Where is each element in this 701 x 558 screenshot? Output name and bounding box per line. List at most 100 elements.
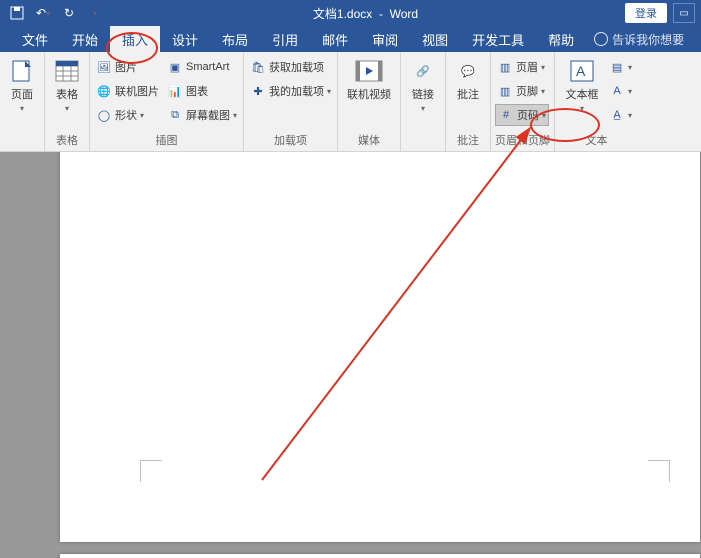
group-comments: 💬 批注 批注 bbox=[446, 52, 491, 151]
tell-me-label: 告诉我你想要 bbox=[612, 31, 684, 48]
tab-references[interactable]: 引用 bbox=[260, 26, 310, 52]
links-button[interactable]: 🔗 链接 ▾ bbox=[405, 54, 441, 134]
store-icon: 🛍 bbox=[250, 59, 266, 75]
online-video-button[interactable]: 联机视频 bbox=[342, 54, 396, 130]
undo-icon[interactable]: ↶▾ bbox=[32, 3, 54, 23]
chart-button[interactable]: 📊图表 bbox=[165, 80, 239, 102]
tab-review[interactable]: 审阅 bbox=[360, 26, 410, 52]
screenshot-button[interactable]: ⧉屏幕截图 ▾ bbox=[165, 104, 239, 126]
group-label: 文本 bbox=[559, 130, 634, 151]
qat-customize-icon[interactable]: ▾ bbox=[84, 3, 106, 23]
chevron-down-icon: ▾ bbox=[541, 87, 545, 96]
label: 联机图片 bbox=[115, 83, 159, 99]
addins-icon: ✚ bbox=[250, 83, 266, 99]
svg-text:A: A bbox=[576, 63, 586, 79]
table-icon bbox=[53, 58, 81, 84]
tab-view[interactable]: 视图 bbox=[410, 26, 460, 52]
group-links: 🔗 链接 ▾ bbox=[401, 52, 446, 151]
cover-page-button[interactable]: 页面 ▾ bbox=[4, 54, 40, 134]
page-number-icon: # bbox=[498, 107, 514, 123]
header-icon: ▥ bbox=[497, 59, 513, 75]
pages-label: 页面 bbox=[11, 86, 33, 102]
label: 我的加载项 bbox=[269, 83, 324, 99]
online-picture-icon: 🌐 bbox=[96, 83, 112, 99]
my-addins-button[interactable]: ✚我的加载项 ▾ bbox=[248, 80, 333, 102]
label: 页眉 bbox=[516, 59, 538, 75]
smartart-icon: ▣ bbox=[167, 59, 183, 75]
group-label bbox=[405, 134, 441, 151]
smartart-button[interactable]: ▣SmartArt bbox=[165, 56, 239, 78]
label: 获取加载项 bbox=[269, 59, 324, 75]
chevron-down-icon: ▾ bbox=[421, 104, 425, 113]
text-misc-1[interactable]: ▤▾ bbox=[607, 56, 634, 78]
chevron-down-icon: ▾ bbox=[541, 63, 545, 72]
chevron-down-icon: ▾ bbox=[327, 87, 331, 96]
tell-me-search[interactable]: 告诉我你想要 bbox=[594, 26, 684, 52]
tab-insert[interactable]: 插入 bbox=[110, 26, 160, 52]
chevron-down-icon: ▾ bbox=[65, 104, 69, 113]
tab-layout[interactable]: 布局 bbox=[210, 26, 260, 52]
group-label bbox=[4, 134, 40, 151]
chevron-down-icon: ▾ bbox=[140, 111, 144, 120]
label: 批注 bbox=[457, 86, 479, 102]
dropcap-icon: A̲ bbox=[609, 107, 625, 123]
label: 形状 bbox=[115, 107, 137, 123]
tab-home[interactable]: 开始 bbox=[60, 26, 110, 52]
ribbon: 页面 ▾ 表格 ▾ 表格 🖼图片 🌐联机图片 ◯形状 ▾ ▣SmartArt bbox=[0, 52, 701, 152]
pictures-button[interactable]: 🖼图片 bbox=[94, 56, 161, 78]
comment-icon: 💬 bbox=[454, 58, 482, 84]
shapes-button[interactable]: ◯形状 ▾ bbox=[94, 104, 161, 126]
wordart-icon: A bbox=[609, 83, 625, 99]
text-misc-2[interactable]: A▾ bbox=[607, 80, 634, 102]
online-pictures-button[interactable]: 🌐联机图片 bbox=[94, 80, 161, 102]
chart-icon: 📊 bbox=[167, 83, 183, 99]
window-title: 文档1.docx - Word bbox=[106, 5, 625, 22]
label: 屏幕截图 bbox=[186, 107, 230, 123]
lightbulb-icon bbox=[594, 32, 608, 46]
group-illustrations: 🖼图片 🌐联机图片 ◯形状 ▾ ▣SmartArt 📊图表 ⧉屏幕截图 ▾ 插图 bbox=[90, 52, 244, 151]
tab-developer[interactable]: 开发工具 bbox=[460, 26, 536, 52]
group-text: A 文本框 ▾ ▤▾ A▾ A̲▾ 文本 bbox=[555, 52, 638, 151]
group-label: 媒体 bbox=[342, 130, 396, 151]
login-button[interactable]: 登录 bbox=[625, 3, 667, 23]
ribbon-display-icon[interactable]: ▭ bbox=[673, 3, 695, 23]
page-number-button[interactable]: #页码 ▾ bbox=[495, 104, 549, 126]
label: SmartArt bbox=[186, 61, 229, 73]
header-button[interactable]: ▥页眉 ▾ bbox=[495, 56, 549, 78]
table-button[interactable]: 表格 ▾ bbox=[49, 54, 85, 130]
quick-access-toolbar: ↶▾ ↻ ▾ bbox=[6, 3, 106, 23]
document-name: 文档1.docx bbox=[313, 7, 372, 21]
chevron-down-icon: ▾ bbox=[628, 63, 632, 72]
footer-icon: ▥ bbox=[497, 83, 513, 99]
text-misc-3[interactable]: A̲▾ bbox=[607, 104, 634, 126]
picture-icon: 🖼 bbox=[96, 59, 112, 75]
group-header-footer: ▥页眉 ▾ ▥页脚 ▾ #页码 ▾ 页眉和页脚 bbox=[491, 52, 555, 151]
document-area[interactable]: 第 四 页 bbox=[0, 152, 701, 558]
group-media: 联机视频 媒体 bbox=[338, 52, 401, 151]
tab-file[interactable]: 文件 bbox=[10, 26, 60, 52]
shapes-icon: ◯ bbox=[96, 107, 112, 123]
textbox-button[interactable]: A 文本框 ▾ bbox=[559, 54, 605, 130]
redo-icon[interactable]: ↻ bbox=[58, 3, 80, 23]
title-bar: ↶▾ ↻ ▾ 文档1.docx - Word 登录 ▭ bbox=[0, 0, 701, 26]
label: 联机视频 bbox=[347, 86, 391, 102]
chevron-down-icon: ▾ bbox=[542, 111, 546, 120]
footer-button[interactable]: ▥页脚 ▾ bbox=[495, 80, 549, 102]
tab-help[interactable]: 帮助 bbox=[536, 26, 586, 52]
page-3 bbox=[60, 152, 700, 542]
save-icon[interactable] bbox=[6, 3, 28, 23]
tab-mail[interactable]: 邮件 bbox=[310, 26, 360, 52]
screenshot-icon: ⧉ bbox=[167, 107, 183, 123]
label: 页脚 bbox=[516, 83, 538, 99]
chevron-down-icon: ▾ bbox=[580, 104, 584, 113]
get-addins-button[interactable]: 🛍获取加载项 bbox=[248, 56, 333, 78]
page-icon bbox=[8, 58, 36, 84]
chevron-down-icon: ▾ bbox=[233, 111, 237, 120]
chevron-down-icon: ▾ bbox=[628, 111, 632, 120]
group-addins: 🛍获取加载项 ✚我的加载项 ▾ . 加载项 bbox=[244, 52, 338, 151]
comment-button[interactable]: 💬 批注 bbox=[450, 54, 486, 130]
textbox-icon: A bbox=[568, 58, 596, 84]
label: 页码 bbox=[517, 107, 539, 123]
label: 链接 bbox=[412, 86, 434, 102]
tab-design[interactable]: 设计 bbox=[160, 26, 210, 52]
